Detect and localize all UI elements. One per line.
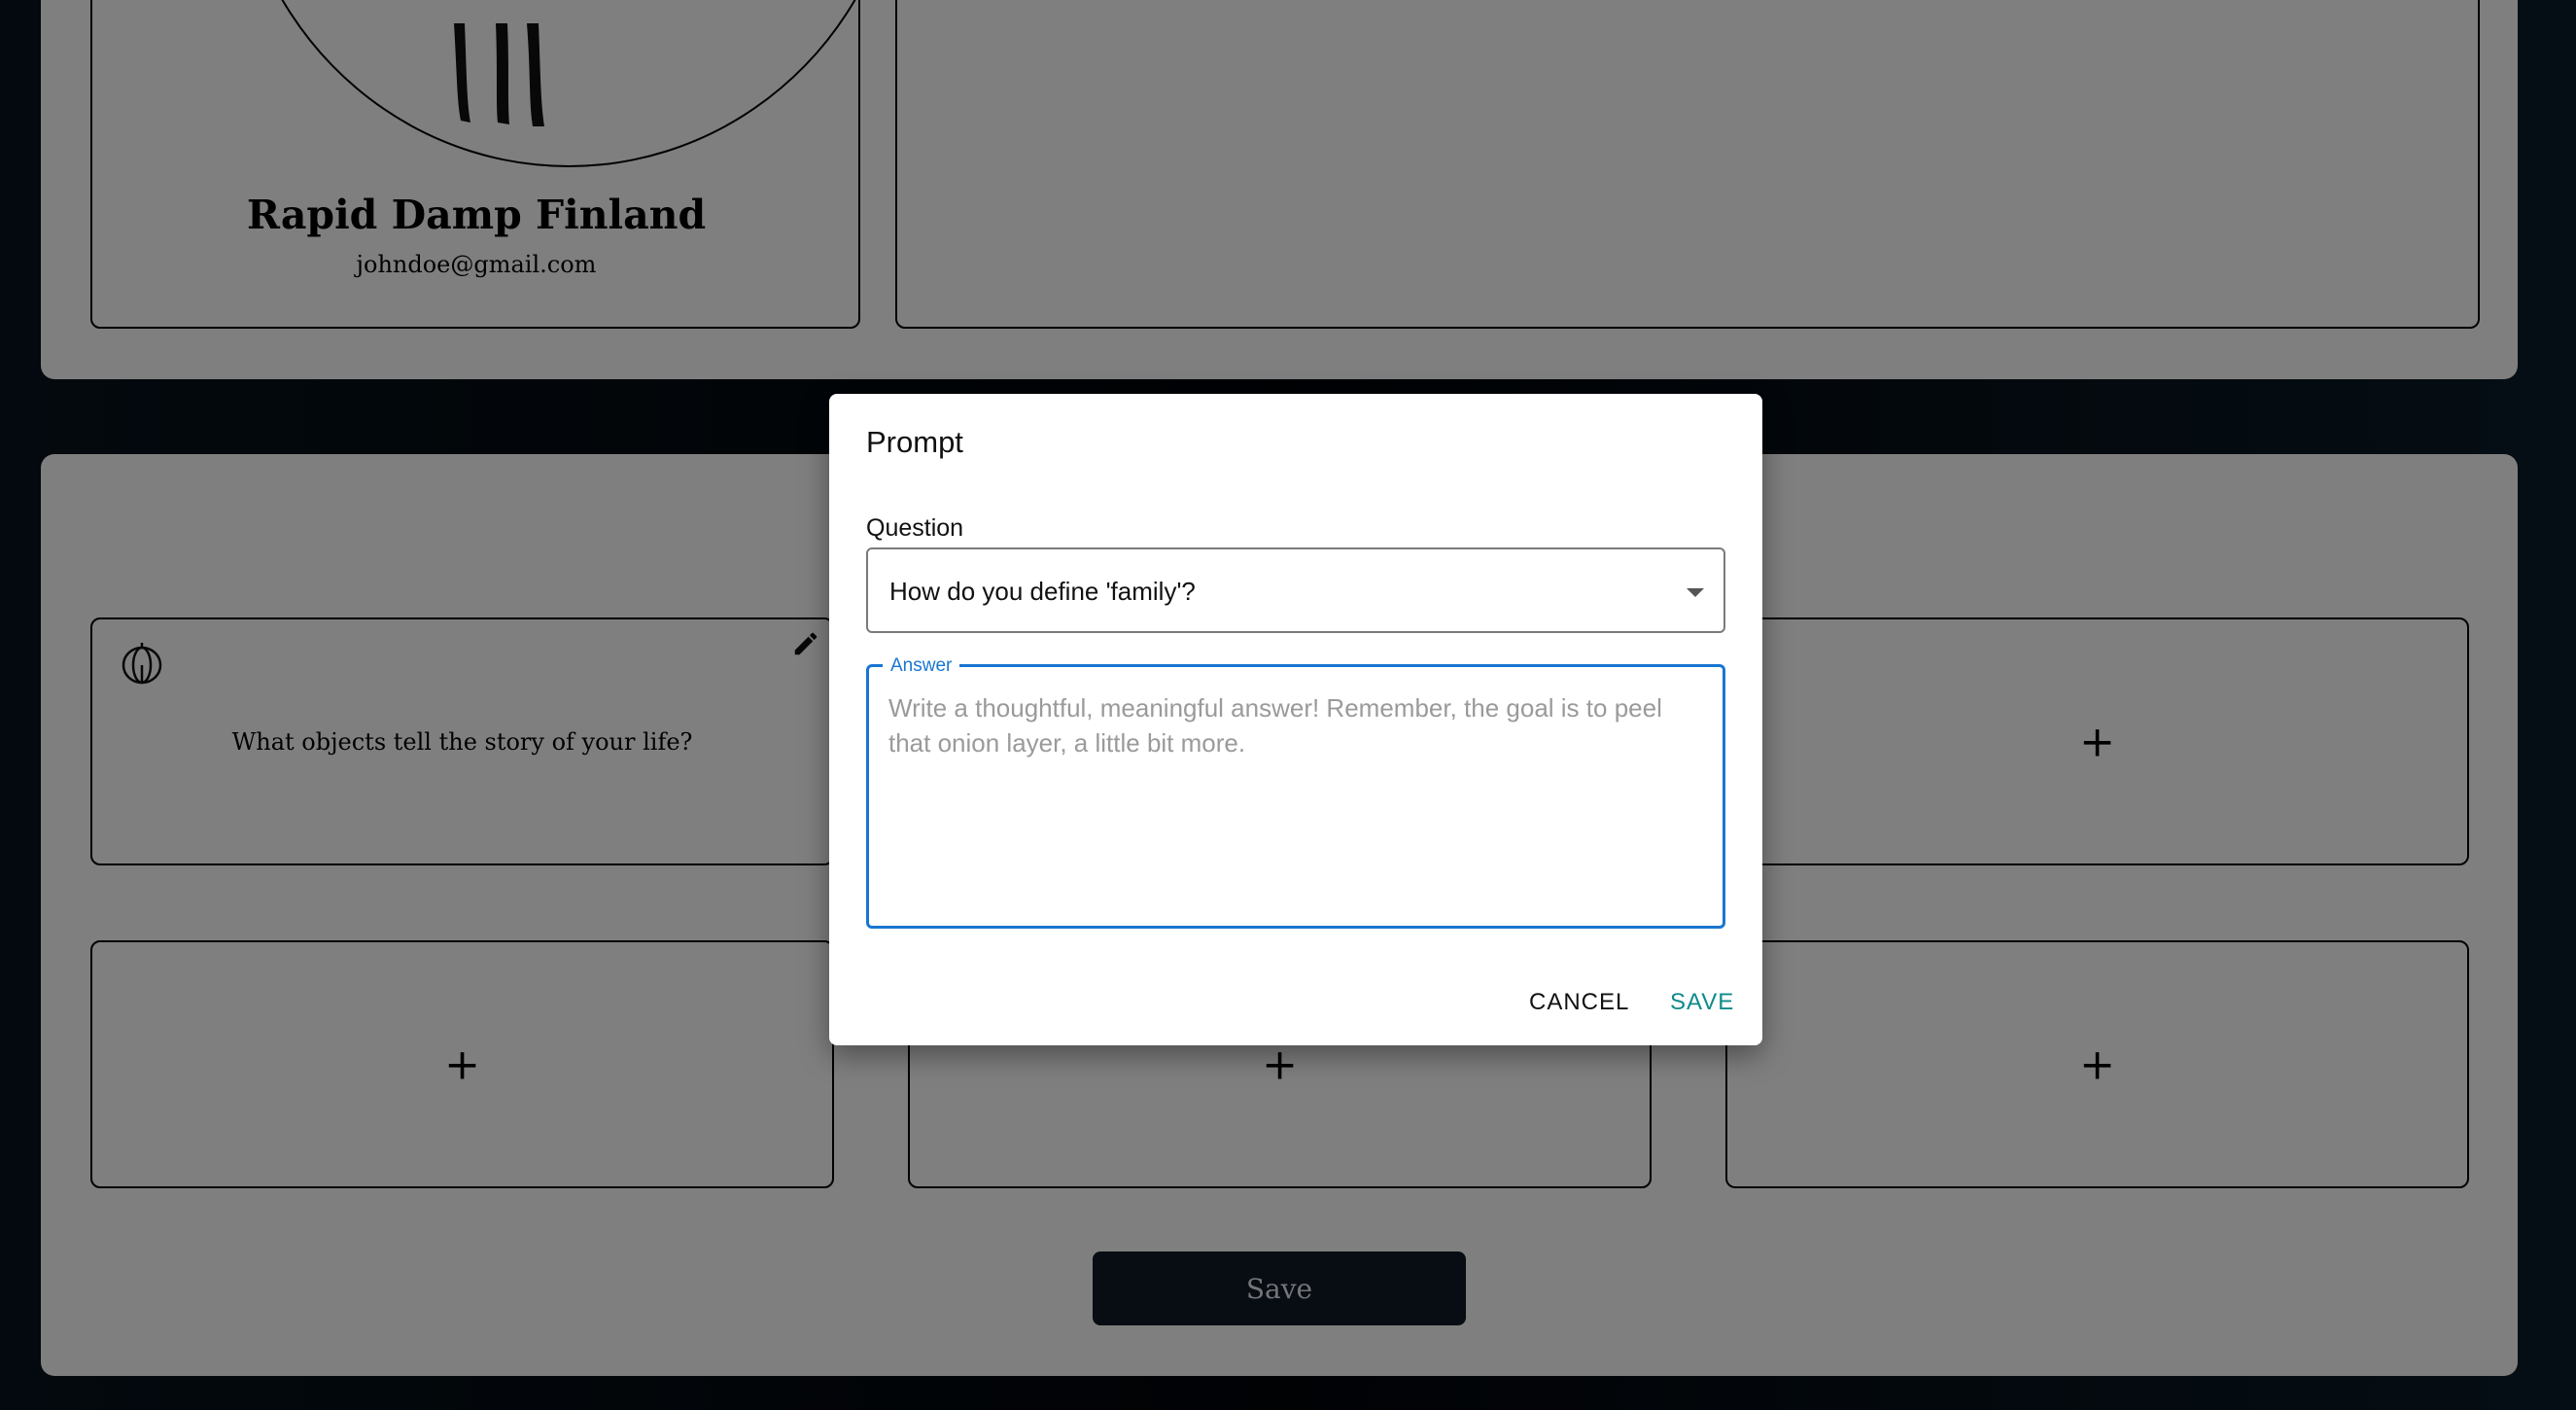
- answer-label: Answer: [883, 655, 960, 677]
- question-select[interactable]: How do you define 'family'?: [866, 547, 1725, 633]
- answer-field[interactable]: Answer: [866, 655, 1725, 929]
- question-select-value: How do you define 'family'?: [889, 577, 1196, 606]
- prompt-dialog: Prompt Question How do you define 'famil…: [829, 394, 1762, 1045]
- save-button[interactable]: SAVE: [1670, 989, 1734, 1016]
- question-label: Question: [866, 514, 964, 542]
- cancel-button[interactable]: CANCEL: [1529, 989, 1629, 1016]
- dialog-title: Prompt: [866, 425, 963, 459]
- answer-textarea[interactable]: [888, 690, 1705, 904]
- dropdown-arrow-icon[interactable]: [1687, 588, 1704, 597]
